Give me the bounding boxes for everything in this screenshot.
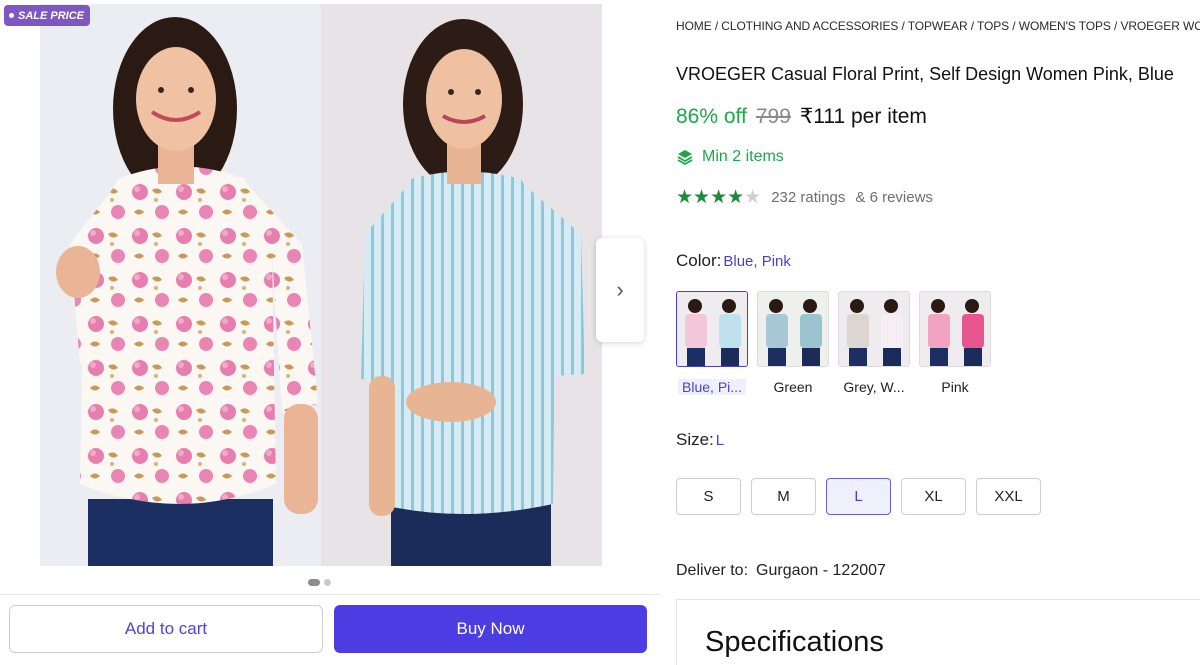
discount-label: 86% off [676,105,747,128]
product-details: HOME / CLOTHING AND ACCESSORIES / TOPWEA… [676,0,1200,665]
color-value: Blue, Pink [723,253,791,270]
layers-icon [677,150,693,166]
color-option-pink[interactable]: Pink [919,291,991,395]
color-thumb [838,291,910,367]
min-items-info: Min 2 items [676,148,784,166]
product-gallery: SALE PRICE › Add to cart Buy Now [0,0,660,665]
size-heading: Size: L [676,430,724,450]
color-option-label: Grey, W... [843,379,905,395]
star-rating-icon: ★★★★★ [676,187,762,208]
ratings-count[interactable]: 232 ratings [771,189,845,206]
specifications-section: Specifications [676,599,1200,665]
sale-badge-label: SALE PRICE [18,9,85,22]
color-swatches: Blue, Pi... Green Grey, W... Pink [676,291,991,395]
deliver-label: Deliver to: [676,562,749,579]
color-option-label: Pink [941,379,969,395]
color-thumb [757,291,829,367]
size-option-m[interactable]: M [751,478,816,515]
floral-top-photo [40,4,321,566]
color-option-blue-pink[interactable]: Blue, Pi... [676,291,748,395]
product-main-image[interactable] [40,4,602,566]
reviews-count[interactable]: & 6 reviews [855,189,933,206]
add-to-cart-button[interactable]: Add to cart [9,605,323,653]
size-option-l[interactable]: L [826,478,891,515]
color-label: Color: [676,251,722,270]
action-bar: Add to cart Buy Now [0,594,660,665]
color-option-grey-white[interactable]: Grey, W... [838,291,910,395]
color-option-label: Green [773,379,813,395]
buy-now-button[interactable]: Buy Now [334,605,647,653]
size-option-xxl[interactable]: XXL [976,478,1041,515]
next-image-button[interactable]: › [596,238,644,342]
color-heading: Color: Blue, Pink [676,251,791,271]
carousel-dots [308,579,331,586]
size-label: Size: [676,430,714,449]
price-row: 86% off 799 ₹111 per item [676,104,927,129]
delivery-info[interactable]: Deliver to: Gurgaon - 122007 [676,562,886,580]
specifications-heading: Specifications [705,626,884,658]
breadcrumb[interactable]: HOME / CLOTHING AND ACCESSORIES / TOPWEA… [676,19,1200,33]
carousel-dot[interactable] [324,579,331,586]
color-thumb [919,291,991,367]
original-price: 799 [755,105,791,128]
size-option-s[interactable]: S [676,478,741,515]
rating-row: ★★★★★ 232 ratings & 6 reviews [676,188,933,207]
sale-price: ₹111 per item [799,105,927,128]
color-thumb [676,291,748,367]
min-items-label: Min 2 items [702,148,784,165]
badge-dot-icon [9,13,14,18]
chevron-right-icon: › [616,277,624,302]
sale-badge: SALE PRICE [4,5,91,26]
color-option-green[interactable]: Green [757,291,829,395]
color-option-label: Blue, Pi... [678,379,746,395]
blue-striped-top-photo [321,4,602,566]
delivery-location: Gurgaon - 122007 [756,562,886,579]
size-options: S M L XL XXL [676,478,1041,515]
product-title: VROEGER Casual Floral Print, Self Design… [676,64,1174,84]
size-value: L [715,432,725,449]
size-option-xl[interactable]: XL [901,478,966,515]
carousel-dot-active[interactable] [308,579,320,586]
